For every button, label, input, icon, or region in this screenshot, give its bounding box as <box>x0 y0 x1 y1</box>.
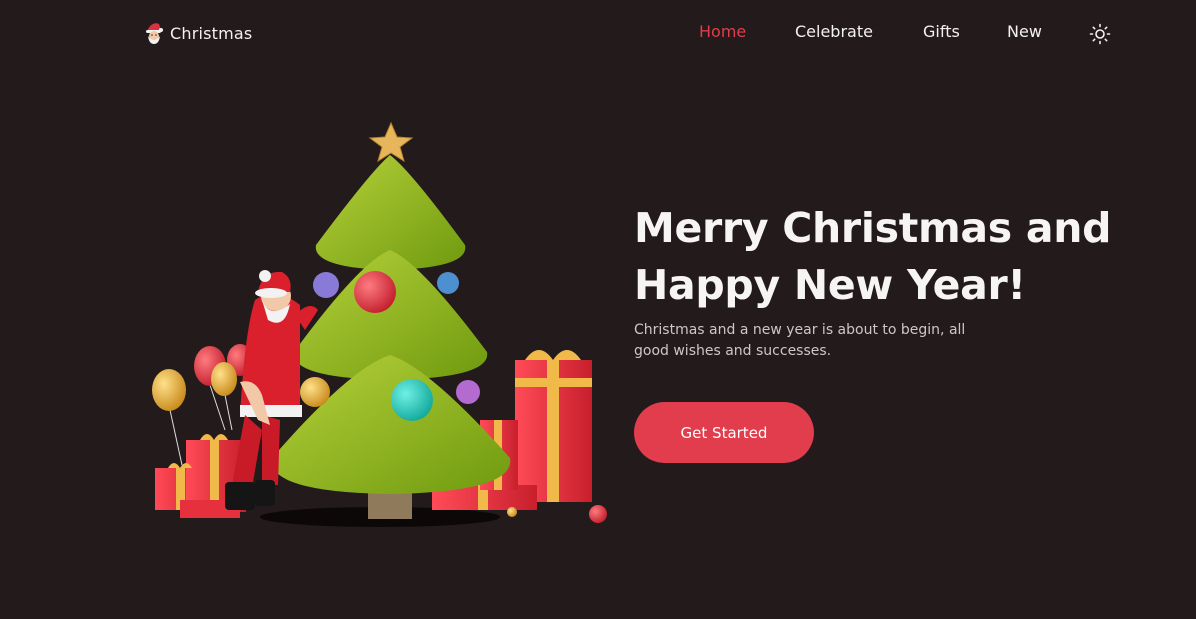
hero-title-line2: Happy New Year! <box>634 261 1026 309</box>
logo-link[interactable]: Christmas <box>144 21 252 45</box>
nav-celebrate[interactable]: Celebrate <box>795 22 873 41</box>
nav-new[interactable]: New <box>1007 22 1042 41</box>
landing-page: Christmas Home Celebrate Gifts New Merry… <box>0 0 1196 619</box>
hero-title-line1: Merry Christmas and <box>634 204 1112 252</box>
nav-home[interactable]: Home <box>699 22 746 41</box>
christmas-tree-illustration <box>152 121 607 527</box>
nav-gifts[interactable]: Gifts <box>923 22 960 41</box>
get-started-button[interactable]: Get Started <box>634 402 814 463</box>
hero-title: Merry Christmas and Happy New Year! <box>634 200 1114 314</box>
sun-icon <box>1089 23 1111 45</box>
theme-toggle-button[interactable] <box>1088 22 1112 46</box>
hero-description: Christmas and a new year is about to beg… <box>634 322 966 359</box>
santa-icon <box>146 23 163 44</box>
logo-text: Christmas <box>170 23 253 43</box>
